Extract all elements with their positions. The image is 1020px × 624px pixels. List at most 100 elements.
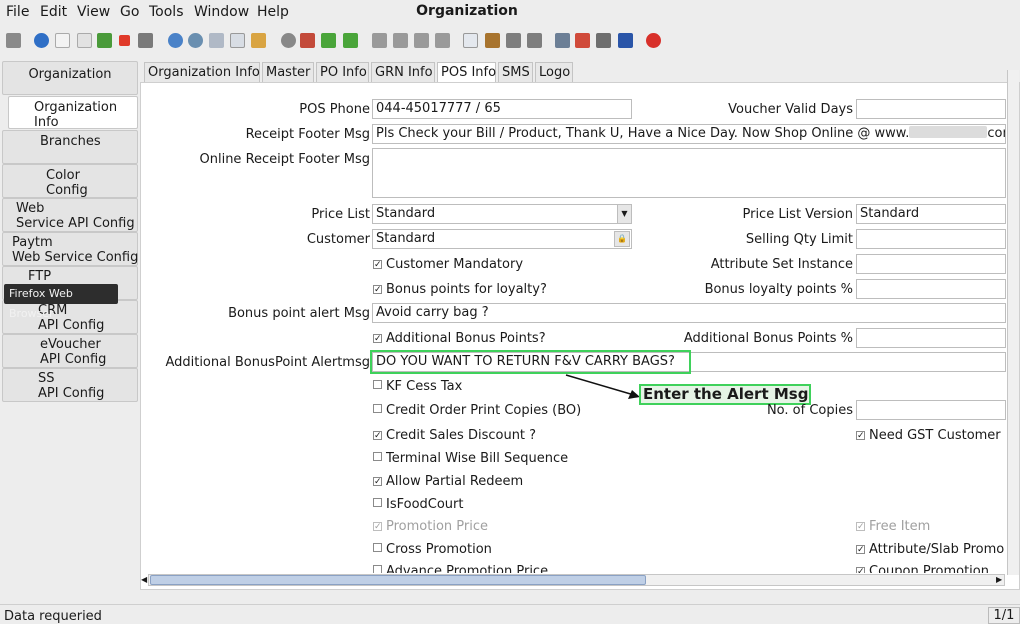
last-record-icon[interactable]	[435, 33, 450, 48]
new-record-icon[interactable]	[55, 33, 70, 48]
coupon-promotion-checkbox[interactable]: ✓ Coupon Promotion	[856, 564, 989, 573]
additional-bonus-pct-label: Additional Bonus Points %	[683, 331, 853, 346]
tab-grn-info[interactable]: GRN Info	[371, 62, 435, 82]
menu-icon[interactable]	[281, 33, 296, 48]
credit-sales-checkbox[interactable]: ✓ Credit Sales Discount ?	[373, 428, 536, 443]
copy-record-icon[interactable]	[77, 33, 92, 48]
help-icon[interactable]	[34, 33, 49, 48]
no-of-copies-field[interactable]	[856, 400, 1006, 420]
left-tab-label: eVoucher API Config	[40, 337, 107, 367]
back-icon[interactable]	[321, 33, 336, 48]
scroll-left-icon[interactable]: ◀	[141, 575, 149, 585]
voucher-valid-days-field[interactable]	[856, 99, 1006, 119]
toolbar	[0, 28, 1020, 56]
save-icon[interactable]	[97, 33, 112, 48]
tab-master[interactable]: Master	[262, 62, 314, 82]
attribute-set-instance-field[interactable]	[856, 254, 1006, 274]
print-preview-icon[interactable]	[506, 33, 521, 48]
horizontal-scroll-thumb[interactable]	[150, 575, 646, 585]
additional-bonus-pct-field[interactable]	[856, 328, 1006, 348]
additional-bonus-label: Additional Bonus Points?	[386, 331, 546, 346]
close-window-icon[interactable]	[646, 33, 661, 48]
status-bar: Data requeried 1/1	[0, 604, 1020, 624]
terminal-wise-checkbox[interactable]: Terminal Wise Bill Sequence	[373, 451, 568, 466]
advance-promotion-checkbox[interactable]: Advance Promotion Price	[373, 564, 548, 573]
tab-sms[interactable]: SMS	[498, 62, 533, 82]
home-icon[interactable]	[300, 33, 315, 48]
left-tab-web-service-api-config[interactable]: Web Service API Config	[2, 198, 138, 232]
bonus-points-checkbox[interactable]: ✓ Bonus points for loyalty?	[373, 282, 547, 297]
find-icon[interactable]	[188, 33, 203, 48]
receipt-footer-field[interactable]: Pls Check your Bill / Product, Thank U, …	[372, 124, 1006, 144]
additional-bonus-checkbox[interactable]: ✓ Additional Bonus Points?	[373, 331, 546, 346]
attribute-set-instance-label: Attribute Set Instance	[710, 257, 853, 272]
isfoodcourt-checkbox[interactable]: IsFoodCourt	[373, 497, 464, 512]
left-tab-paytm-web-service-config[interactable]: Paytm Web Service Config	[2, 232, 138, 266]
previous-record-icon[interactable]	[393, 33, 408, 48]
refresh-icon[interactable]	[168, 33, 183, 48]
promotion-price-label: Promotion Price	[386, 519, 488, 534]
left-tab-list: Organization Organization Info Branches …	[0, 61, 140, 591]
customer-mandatory-checkbox[interactable]: ✓ Customer Mandatory	[373, 257, 523, 272]
pos-phone-label: POS Phone	[299, 102, 370, 117]
zoom-across-icon[interactable]	[555, 33, 570, 48]
delete-selection-icon[interactable]	[138, 33, 153, 48]
credit-order-checkbox[interactable]: Credit Order Print Copies (BO)	[373, 403, 581, 418]
undo-icon[interactable]	[6, 33, 21, 48]
next-record-icon[interactable]	[414, 33, 429, 48]
left-tab-label: Branches	[40, 134, 101, 149]
attribute-slab-checkbox[interactable]: ✓ Attribute/Slab Promo	[856, 542, 1004, 557]
need-gst-label: Need GST Customer In	[869, 428, 1006, 443]
attribute-slab-label: Attribute/Slab Promo	[869, 542, 1005, 557]
online-receipt-footer-field[interactable]	[372, 148, 1006, 198]
scroll-right-icon[interactable]: ▶	[996, 575, 1004, 585]
delete-icon[interactable]	[119, 35, 130, 46]
left-tab-branches[interactable]: Branches	[2, 130, 138, 164]
bonus-loyalty-pct-field[interactable]	[856, 279, 1006, 299]
product-info-icon[interactable]	[618, 33, 633, 48]
receipt-footer-label: Receipt Footer Msg	[245, 127, 370, 142]
kf-cess-label: KF Cess Tax	[386, 379, 463, 394]
window-title: Organization	[416, 3, 518, 19]
menu-bar: File Edit View Go Tools Window Help Orga…	[0, 0, 1020, 26]
kf-cess-checkbox[interactable]: KF Cess Tax	[373, 379, 462, 394]
left-tab-label: Paytm Web Service Config	[12, 235, 139, 265]
report-icon[interactable]	[463, 33, 478, 48]
chevron-down-icon[interactable]: ▼	[617, 205, 631, 223]
tab-pos-info[interactable]: POS Info	[437, 62, 496, 82]
attachment-icon[interactable]	[209, 33, 224, 48]
price-list-value: Standard	[376, 206, 436, 221]
tab-organization-info[interactable]: Organization Info	[144, 62, 260, 82]
left-tab-organization[interactable]: Organization	[2, 61, 138, 95]
bonus-alert-field[interactable]: Avoid carry bag ?	[372, 303, 1006, 323]
vertical-scrollbar[interactable]	[1007, 70, 1019, 575]
price-list-version-field[interactable]: Standard	[856, 204, 1006, 224]
left-tab-organization-info[interactable]: Organization Info	[8, 96, 138, 130]
isfoodcourt-label: IsFoodCourt	[386, 497, 464, 512]
left-tab-evoucher-api-config[interactable]: eVoucher API Config	[2, 334, 138, 368]
allow-partial-checkbox[interactable]: ✓ Allow Partial Redeem	[373, 474, 523, 489]
selling-qty-limit-field[interactable]	[856, 229, 1006, 249]
tab-logo[interactable]: Logo	[535, 62, 573, 82]
customer-mandatory-label: Customer Mandatory	[386, 257, 524, 272]
history-icon[interactable]	[251, 33, 266, 48]
workflow-icon[interactable]	[575, 33, 590, 48]
archive-icon[interactable]	[485, 33, 500, 48]
request-icon[interactable]	[596, 33, 611, 48]
cross-promotion-checkbox[interactable]: Cross Promotion	[373, 542, 492, 557]
tab-po-info[interactable]: PO Info	[316, 62, 369, 82]
forward-icon[interactable]	[343, 33, 358, 48]
print-icon[interactable]	[527, 33, 542, 48]
price-list-dropdown[interactable]: Standard ▼	[372, 204, 632, 224]
tooltip: Firefox Web Browser	[4, 284, 118, 320]
chat-icon[interactable]	[230, 33, 245, 48]
pos-phone-field[interactable]: 044-45017777 / 65	[372, 99, 632, 119]
first-record-icon[interactable]	[372, 33, 387, 48]
left-tab-color-config[interactable]: Color Config	[2, 164, 138, 198]
lock-icon[interactable]: 🔒	[614, 231, 630, 247]
left-tab-ss-api-config[interactable]: SS API Config	[2, 368, 138, 402]
credit-sales-label: Credit Sales Discount ?	[386, 428, 537, 443]
customer-field[interactable]: Standard 🔒	[372, 229, 632, 249]
need-gst-checkbox[interactable]: ✓ Need GST Customer In	[856, 428, 1006, 443]
free-item-checkbox: ✓ Free Item	[856, 519, 931, 534]
